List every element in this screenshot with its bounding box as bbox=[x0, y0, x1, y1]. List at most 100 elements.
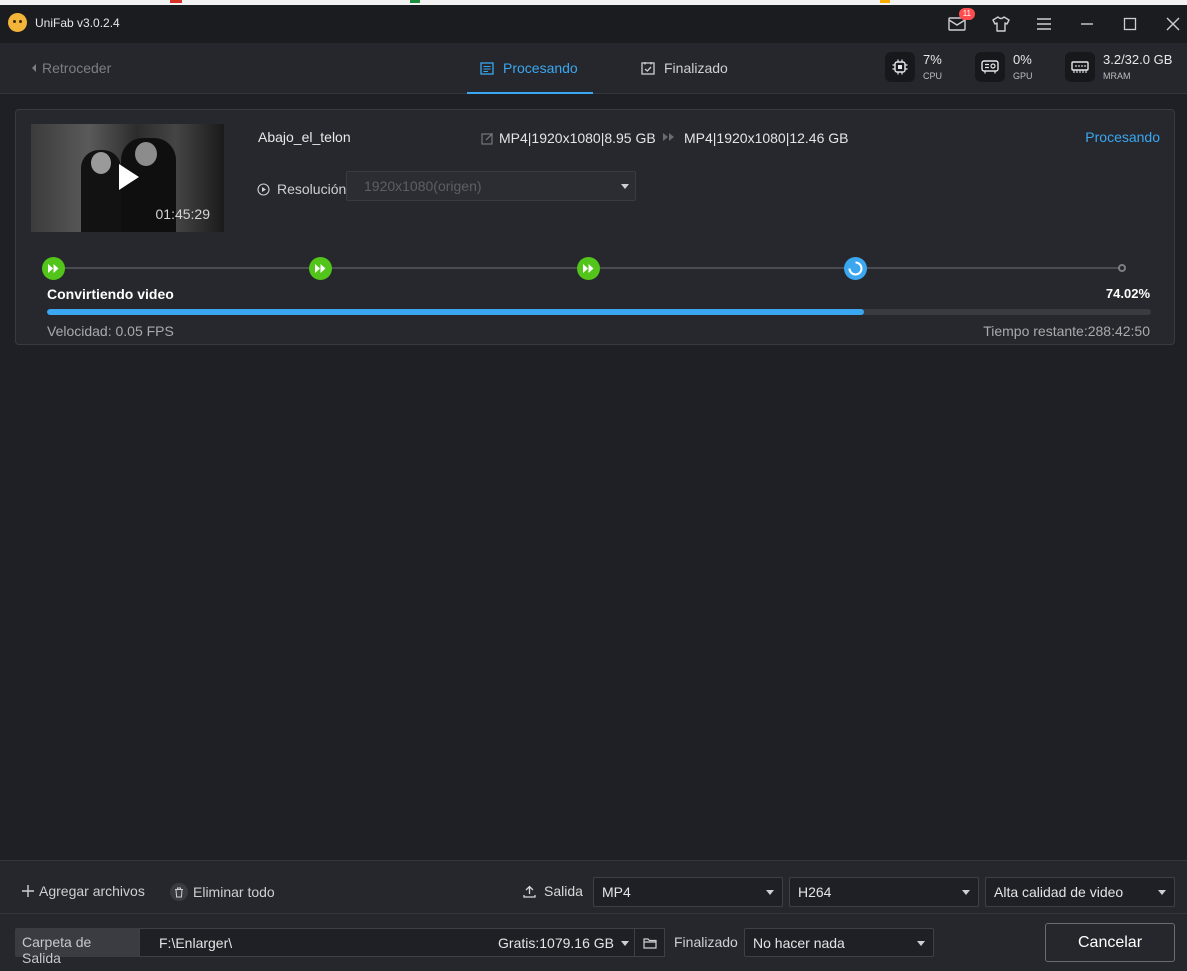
back-button[interactable]: Retroceder bbox=[32, 60, 111, 76]
resolution-select[interactable]: 1920x1080(origen) bbox=[346, 171, 636, 201]
mram-label: MRAM bbox=[1103, 71, 1131, 81]
quality-select[interactable]: Alta calidad de video bbox=[985, 877, 1175, 907]
tab-finished[interactable]: Finalizado bbox=[641, 43, 728, 93]
chevron-down-icon bbox=[1158, 890, 1166, 895]
video-thumbnail[interactable]: 01:45:29 bbox=[31, 124, 224, 232]
arrow-right-icon bbox=[663, 133, 674, 141]
progress-percent: 74.02% bbox=[1105, 286, 1150, 301]
gpu-icon bbox=[981, 60, 999, 74]
step-complete-3 bbox=[577, 257, 600, 280]
skin-button[interactable] bbox=[990, 13, 1012, 35]
input-format-text: MP4|1920x1080|8.95 GB bbox=[499, 130, 656, 146]
spinner-icon bbox=[848, 261, 863, 276]
bottom-divider bbox=[0, 913, 1187, 914]
notifications-button[interactable]: 11 bbox=[946, 8, 975, 35]
step-complete-2 bbox=[309, 257, 332, 280]
cpu-label: CPU bbox=[923, 71, 943, 81]
output-label: Salida bbox=[523, 883, 583, 899]
mram-stat: 3.2/32.0 GB MRAM bbox=[1065, 52, 1172, 82]
chevron-down-icon bbox=[766, 890, 774, 895]
quality-value: Alta calidad de video bbox=[994, 884, 1124, 900]
delete-all-button[interactable]: Eliminar todo bbox=[170, 883, 275, 901]
finish-action-label: Finalizado bbox=[674, 934, 738, 950]
cancel-button[interactable]: Cancelar bbox=[1045, 923, 1175, 962]
close-icon bbox=[1166, 17, 1180, 31]
play-circle-icon bbox=[257, 182, 270, 196]
speed-text: Velocidad: 0.05 FPS bbox=[47, 323, 174, 339]
mram-value: 3.2/32.0 GB bbox=[1103, 52, 1173, 67]
step-active bbox=[844, 257, 867, 280]
main-toolbar: Retroceder Procesando Finalizado 7% CPU … bbox=[0, 43, 1187, 94]
gpu-label: GPU bbox=[1013, 71, 1033, 81]
checklist-icon bbox=[641, 62, 655, 75]
gpu-value: 0% bbox=[1013, 52, 1032, 67]
back-arrow-icon bbox=[32, 64, 36, 72]
browse-folder-button[interactable] bbox=[634, 928, 665, 957]
notification-badge: 11 bbox=[958, 8, 975, 20]
cpu-value: 7% bbox=[923, 52, 942, 67]
bottom-panel: Agregar archivos Eliminar todo Salida MP… bbox=[0, 860, 1187, 971]
plus-icon bbox=[22, 885, 34, 897]
unifab-logo-icon bbox=[8, 13, 27, 32]
codec-select[interactable]: H264 bbox=[789, 877, 979, 907]
output-format-text: MP4|1920x1080|12.46 GB bbox=[684, 130, 849, 146]
remaining-time: Tiempo restante:288:42:50 bbox=[983, 323, 1150, 339]
progress-bar-fill bbox=[47, 309, 865, 315]
task-status: Procesando bbox=[1085, 129, 1160, 145]
container-value: MP4 bbox=[602, 884, 631, 900]
cpu-stat: 7% CPU bbox=[885, 52, 942, 82]
step-complete-1 bbox=[42, 257, 65, 280]
container-select[interactable]: MP4 bbox=[593, 877, 783, 907]
cpu-icon bbox=[892, 59, 908, 75]
maximize-icon bbox=[1123, 17, 1137, 31]
output-folder-label: Carpeta de Salida bbox=[15, 928, 139, 966]
menu-button[interactable] bbox=[1033, 13, 1055, 35]
upload-icon bbox=[523, 885, 536, 898]
chevron-down-icon bbox=[962, 890, 970, 895]
trash-icon bbox=[170, 883, 188, 901]
task-filename: Abajo_el_telon bbox=[258, 129, 351, 145]
gpu-stat: 0% GPU bbox=[975, 52, 1033, 82]
app-title: UniFab v3.0.2.4 bbox=[35, 16, 120, 30]
chevron-down-icon[interactable] bbox=[621, 941, 629, 946]
minimize-icon bbox=[1081, 23, 1093, 25]
finish-action-select[interactable]: No hacer nada bbox=[744, 928, 934, 957]
fast-forward-icon bbox=[48, 264, 59, 273]
edit-icon[interactable] bbox=[481, 132, 494, 145]
shirt-icon bbox=[992, 16, 1010, 32]
add-files-button[interactable]: Agregar archivos bbox=[22, 883, 145, 899]
output-folder-input[interactable]: F:\Enlarger\ Gratis:1079.16 GB bbox=[139, 928, 635, 957]
list-icon bbox=[480, 61, 494, 75]
fast-forward-icon bbox=[315, 264, 326, 273]
task-card: 01:45:29 Abajo_el_telon MP4|1920x1080|8.… bbox=[15, 109, 1175, 345]
progress-bar bbox=[47, 309, 1151, 315]
output-folder-path: F:\Enlarger\ bbox=[159, 935, 233, 951]
resolution-label-text: Resolución bbox=[277, 181, 347, 197]
video-duration: 01:45:29 bbox=[155, 206, 211, 222]
output-format: MP4|1920x1080|12.46 GB bbox=[684, 130, 849, 146]
play-icon[interactable] bbox=[119, 164, 139, 190]
tab-label: Finalizado bbox=[664, 60, 728, 76]
codec-value: H264 bbox=[798, 884, 832, 900]
memory-icon bbox=[1071, 61, 1089, 73]
maximize-button[interactable] bbox=[1119, 13, 1141, 35]
add-files-label: Agregar archivos bbox=[39, 883, 145, 899]
input-format: MP4|1920x1080|8.95 GB bbox=[481, 130, 656, 146]
back-label: Retroceder bbox=[42, 60, 112, 76]
finish-action-value: No hacer nada bbox=[753, 935, 845, 951]
resolution-value: 1920x1080(origen) bbox=[364, 178, 482, 194]
minimize-button[interactable] bbox=[1076, 13, 1098, 35]
title-bar: UniFab v3.0.2.4 11 bbox=[0, 5, 1187, 43]
delete-all-label: Eliminar todo bbox=[193, 884, 275, 900]
step-end bbox=[1118, 264, 1126, 272]
resolution-label: Resolución bbox=[257, 181, 346, 197]
chevron-down-icon bbox=[917, 941, 925, 946]
close-button[interactable] bbox=[1162, 13, 1184, 35]
folder-icon bbox=[642, 937, 657, 949]
fast-forward-icon bbox=[583, 264, 594, 273]
output-label-text: Salida bbox=[544, 883, 583, 899]
hamburger-icon bbox=[1037, 18, 1051, 30]
tab-processing[interactable]: Procesando bbox=[467, 43, 593, 94]
tab-label: Procesando bbox=[503, 60, 578, 76]
free-space: Gratis:1079.16 GB bbox=[498, 935, 614, 951]
